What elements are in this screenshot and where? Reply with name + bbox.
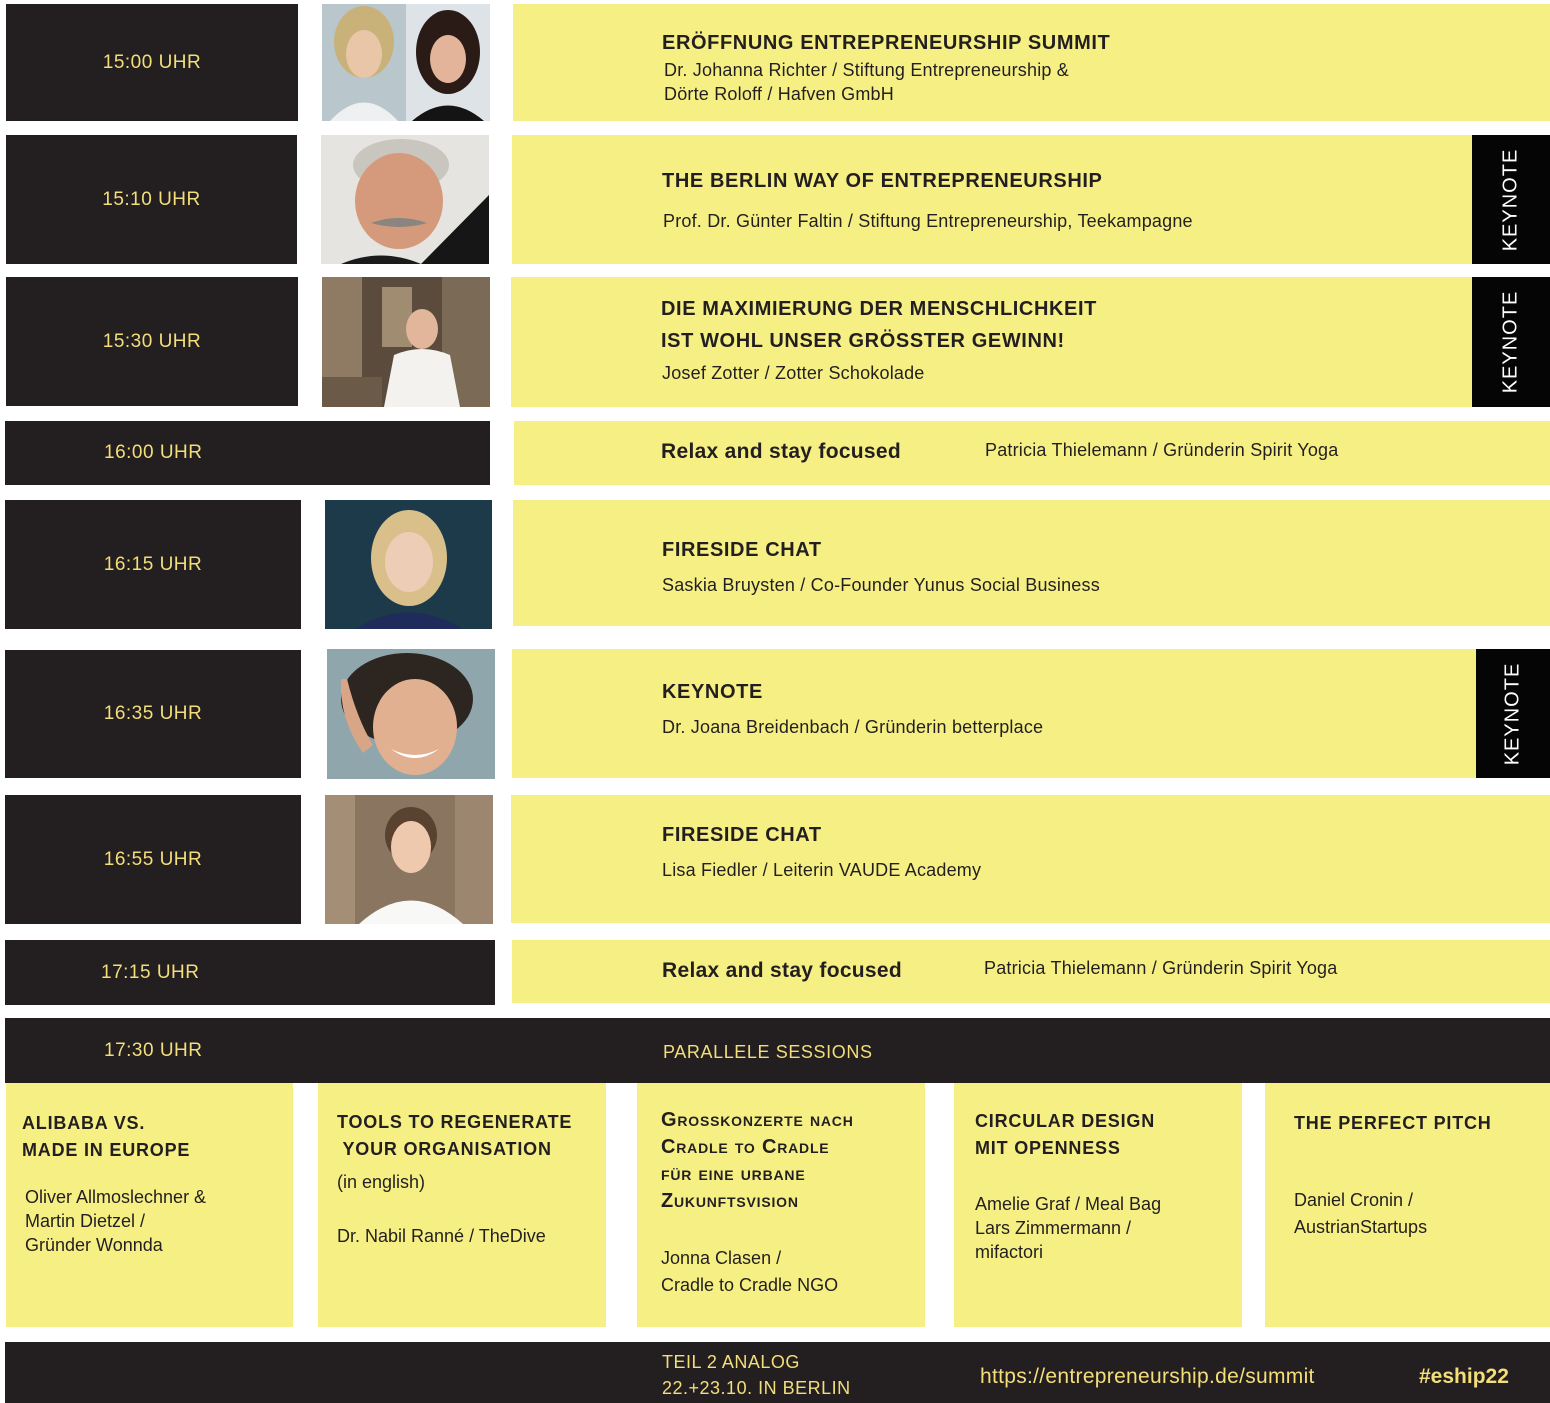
parallel-session-title: TOOLS TO REGENERATE YOUR ORGANISATION [337,1112,573,1159]
keynote-tag: KEYNOTE [1472,135,1550,264]
parallel-session-title: CIRCULAR DESIGN MIT OPENNESS [975,1111,1156,1158]
session-speaker: Prof. Dr. Günter Faltin / Stiftung Entre… [663,211,1193,231]
session-card-berlin-way: THE BERLIN WAY OF ENTREPRENEURSHIP Prof.… [512,135,1472,264]
footer-event-line1: TEIL 2 ANALOG [662,1352,800,1372]
parallel-sessions-header: 17:30 UHR PARALLELE SESSIONS [5,1018,1550,1083]
parallel-session-card: Grosskonzerte nach Cradle to Cradle für … [637,1083,925,1327]
parallel-session-card: TOOLS TO REGENERATE YOUR ORGANISATION (i… [318,1083,606,1327]
footer-bar: TEIL 2 ANALOG 22.+23.10. IN BERLIN https… [5,1342,1550,1403]
parallel-session-note: (in english) [337,1172,426,1192]
keynote-tag: KEYNOTE [1476,649,1550,778]
time-slot-1715: 17:15 UHR [5,940,495,1005]
session-speaker: Patricia Thielemann / Gründerin Spirit Y… [985,440,1339,460]
session-speaker: Dr. Johanna Richter / Stiftung Entrepren… [664,60,1070,80]
session-title: THE BERLIN WAY OF ENTREPRENEURSHIP [662,170,1103,192]
parallel-session-speaker: Jonna Clasen / Cradle to Cradle NGO [661,1248,839,1295]
session-title: DIE MAXIMIERUNG DER MENSCHLICHKEIT [661,298,1097,320]
session-title: Relax and stay focused [661,440,902,463]
time-slot-1500: 15:00 UHR [6,4,298,121]
time-slot-1635: 16:35 UHR [5,650,301,778]
session-title: FIRESIDE CHAT [662,824,822,846]
time-slot-1600: 16:00 UHR [5,421,490,485]
footer-event-line2: 22.+23.10. IN BERLIN [662,1378,851,1398]
keynote-tag: KEYNOTE [1472,277,1550,407]
parallel-session-speaker: Daniel Cronin / AustrianStartups [1294,1190,1428,1237]
session-speaker: Saskia Bruysten / Co-Founder Yunus Socia… [662,575,1100,595]
speaker-photo-zotter [322,277,490,407]
session-speaker: Lisa Fiedler / Leiterin VAUDE Academy [662,860,982,880]
parallel-session-title: Grosskonzerte nach Cradle to Cradle für … [661,1109,854,1212]
time-slot-1655: 16:55 UHR [5,795,301,924]
session-title: FIRESIDE CHAT [662,539,822,561]
parallel-session-card: ALIBABA VS. MADE IN EUROPE Oliver Allmos… [6,1083,293,1327]
parallel-session-title: ALIBABA VS. MADE IN EUROPE [22,1113,191,1160]
parallel-session-speaker: Dr. Nabil Ranné / TheDive [337,1226,546,1246]
parallel-session-title: THE PERFECT PITCH [1294,1113,1492,1133]
session-speaker: Patricia Thielemann / Gründerin Spirit Y… [984,958,1338,978]
session-speaker: Josef Zotter / Zotter Schokolade [662,363,925,383]
session-card-fireside-fiedler: FIRESIDE CHAT Lisa Fiedler / Leiterin VA… [511,795,1550,923]
parallel-session-speaker: Amelie Graf / Meal Bag Lars Zimmermann /… [975,1194,1162,1262]
parallel-time: 17:30 UHR [104,1040,203,1061]
footer-hashtag: #eship22 [1419,1365,1509,1388]
session-title: KEYNOTE [662,681,763,703]
parallel-session-card: THE PERFECT PITCH Daniel Cronin / Austri… [1265,1083,1550,1327]
session-card-relax-1715: Relax and stay focused Patricia Thielema… [512,940,1550,1003]
session-speaker: Dörte Roloff / Hafven GmbH [664,84,894,104]
session-title: IST WOHL UNSER GRÖSSTER GEWINN! [661,330,1065,352]
parallel-session-speaker: Oliver Allmoslechner & Martin Dietzel / … [25,1187,207,1255]
speaker-photo-faltin [321,135,489,264]
speaker-photo-breidenbach [327,649,495,779]
session-card-fireside-bruysten: FIRESIDE CHAT Saskia Bruysten / Co-Found… [513,500,1550,626]
session-title: ERÖFFNUNG ENTREPRENEURSHIP SUMMIT [662,32,1111,54]
time-slot-1510: 15:10 UHR [6,135,297,264]
session-title: Relax and stay focused [662,959,903,982]
speaker-photo-bruysten [325,500,492,629]
time-slot-1615: 16:15 UHR [5,500,301,629]
session-speaker: Dr. Joana Breidenbach / Gründerin better… [662,717,1044,737]
footer-url-link[interactable]: https://entrepreneurship.de/summit [980,1365,1315,1389]
parallel-label: PARALLELE SESSIONS [663,1042,873,1062]
parallel-session-card: CIRCULAR DESIGN MIT OPENNESS Amelie Graf… [954,1083,1242,1327]
session-card-relax-1600: Relax and stay focused Patricia Thielema… [514,421,1550,485]
speaker-photo-richter-roloff [322,4,490,121]
session-card-zotter: DIE MAXIMIERUNG DER MENSCHLICHKEIT IST W… [511,277,1472,407]
speaker-photo-fiedler [325,795,493,924]
session-card-opening: ERÖFFNUNG ENTREPRENEURSHIP SUMMIT Dr. Jo… [513,4,1550,121]
time-slot-1530: 15:30 UHR [6,277,298,406]
session-card-keynote-breidenbach: KEYNOTE Dr. Joana Breidenbach / Gründeri… [512,649,1476,778]
